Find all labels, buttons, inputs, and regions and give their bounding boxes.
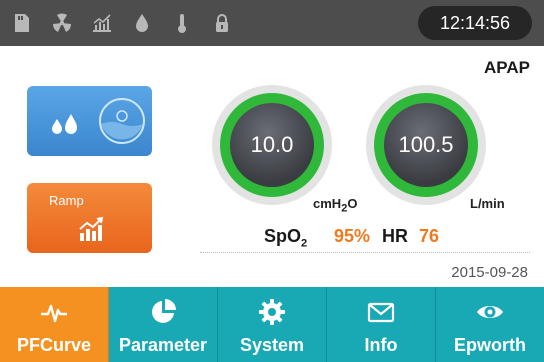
- humidifier-icon: [52, 98, 145, 144]
- gear-icon: [257, 297, 287, 327]
- tab-epworth-label: Epworth: [454, 335, 526, 355]
- ramp-label: Ramp: [49, 193, 84, 208]
- flow-unit: L/min: [470, 196, 505, 211]
- eye-icon: [475, 297, 505, 327]
- pressure-value: 10.0: [230, 103, 314, 187]
- flow-gauge: 100.5: [366, 85, 486, 205]
- humidifier-button[interactable]: [27, 86, 152, 156]
- tab-epworth[interactable]: Epworth: [436, 287, 544, 362]
- status-bar: 12:14:56: [0, 0, 544, 46]
- divider: [200, 252, 530, 253]
- tab-info-label: Info: [364, 335, 398, 355]
- flow-value: 100.5: [384, 103, 468, 187]
- sd-card-icon: [10, 11, 34, 35]
- radiation-icon: [50, 11, 74, 35]
- pressure-unit: cmH2O: [313, 196, 358, 215]
- thermometer-icon: [170, 11, 194, 35]
- tab-parameter[interactable]: Parameter: [109, 287, 218, 362]
- tab-system[interactable]: System: [218, 287, 327, 362]
- bottom-nav: PFCurve Parameter System Info Epworth: [0, 287, 544, 362]
- ramp-button[interactable]: Ramp: [27, 183, 152, 253]
- tab-parameter-label: Parameter: [118, 335, 208, 355]
- hr-value: 76: [419, 226, 440, 246]
- tab-pfcurve[interactable]: PFCurve: [0, 287, 109, 362]
- tab-pfcurve-label: PFCurve: [16, 335, 92, 355]
- tab-info[interactable]: Info: [327, 287, 436, 362]
- hr-label: HR: [382, 226, 408, 246]
- flow-gauge-ring: 100.5: [374, 93, 478, 197]
- lock-icon: [210, 11, 234, 35]
- pressure-gauge-ring: 10.0: [220, 93, 324, 197]
- tab-system-label: System: [239, 335, 305, 355]
- pie-chart-icon: [148, 297, 178, 327]
- mode-label: APAP: [484, 58, 530, 77]
- ramp-chart-icon: [79, 216, 104, 241]
- spo2-value: 95%: [334, 226, 371, 246]
- waveform-icon: [39, 297, 69, 327]
- date-label: 2015-09-28: [451, 264, 528, 281]
- pressure-gauge: 10.0: [212, 85, 332, 205]
- envelope-icon: [366, 297, 396, 327]
- water-drop-icon: [130, 11, 154, 35]
- signal-chart-icon: [90, 11, 114, 35]
- clock: 12:14:56: [418, 6, 532, 40]
- spo2-label: SpO2: [264, 226, 308, 250]
